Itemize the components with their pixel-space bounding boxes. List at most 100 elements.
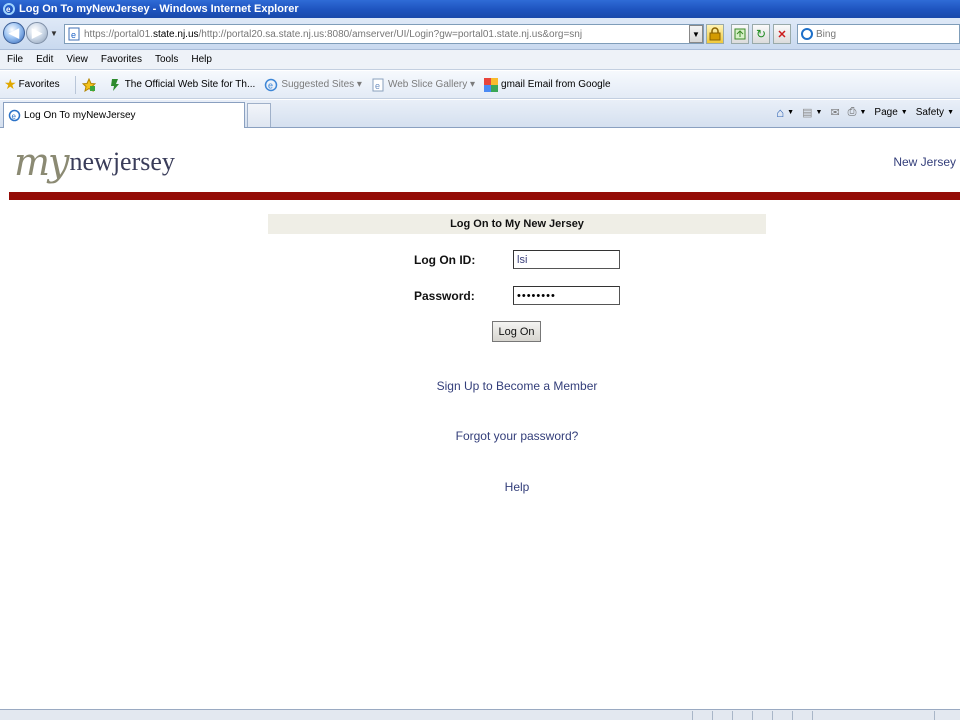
forward-button[interactable]: ▶ <box>26 22 48 44</box>
status-cell <box>772 711 790 720</box>
safety-menu-button[interactable]: Safety ▼ <box>916 107 954 118</box>
svg-text:e: e <box>71 30 76 40</box>
tab-bar: e Log On To myNewJersey ⌂ ▼ ▤ ▼ ✉ ⎙ ▼ Pa… <box>0 100 960 128</box>
google-icon <box>484 77 499 92</box>
printer-icon: ⎙ <box>847 106 857 118</box>
divider <box>74 75 76 94</box>
mail-icon: ✉ <box>830 107 840 119</box>
favorite-link-label: The Official Web Site for Th... <box>124 79 256 90</box>
chevron-down-icon: ▼ <box>859 109 867 116</box>
ie-page-icon: e <box>265 78 278 91</box>
svg-text:e: e <box>268 80 273 90</box>
address-bar[interactable]: e https://portal01. state.nj.us/http://po… <box>64 24 704 44</box>
favorites-label: Favorites <box>18 79 60 90</box>
lock-icon <box>709 27 721 41</box>
password-value: •••••••• <box>517 289 556 302</box>
refresh-icon: ↻ <box>755 27 767 41</box>
status-cell <box>692 711 710 720</box>
status-cell <box>752 711 770 720</box>
logo-my: my <box>14 140 69 184</box>
compatibility-view-button[interactable] <box>731 24 749 44</box>
zoom-control[interactable] <box>934 711 960 720</box>
mynewjersey-logo[interactable]: my newjersey <box>14 137 175 181</box>
page-content: my newjersey New Jersey Log On to My New… <box>0 129 960 709</box>
page-menu-button[interactable]: Page ▼ <box>874 107 907 118</box>
logon-id-input[interactable] <box>513 250 620 269</box>
status-cell <box>732 711 750 720</box>
search-placeholder: Bing <box>816 28 837 40</box>
print-button[interactable]: ⎙ ▼ <box>848 106 867 119</box>
tab-label: Log On To myNewJersey <box>24 110 136 121</box>
ie-page-icon: e <box>372 78 384 91</box>
chevron-down-icon: ▼ <box>947 109 954 116</box>
header-divider-bar <box>9 192 960 200</box>
window-title-bar[interactable]: e Log On To myNewJersey - Windows Intern… <box>0 0 960 18</box>
compatibility-icon <box>734 28 746 40</box>
menu-help[interactable]: Help <box>191 54 212 65</box>
search-input[interactable]: Bing <box>797 24 960 44</box>
favorite-link-label: Suggested Sites ▾ <box>281 79 362 90</box>
favorite-link-label: gmail Email from Google <box>501 79 611 90</box>
svg-text:e: e <box>375 81 380 91</box>
favorite-link-gmail[interactable]: gmail Email from Google <box>484 77 611 92</box>
favorite-link-official-site[interactable]: The Official Web Site for Th... <box>108 78 256 92</box>
chevron-down-icon: ▼ <box>900 109 908 116</box>
page-menu-label: Page <box>874 107 898 118</box>
favorites-button[interactable]: ★ Favorites <box>0 76 60 93</box>
favorites-bar: ★ Favorites The Official Web Site for Th… <box>0 71 960 99</box>
favorite-link-label: Web Slice Gallery ▾ <box>387 79 476 90</box>
new-jersey-link[interactable]: New Jersey <box>893 155 956 169</box>
chevron-down-icon: ▼ <box>787 109 795 116</box>
menu-tools[interactable]: Tools <box>155 54 178 65</box>
address-dropdown-button[interactable]: ▼ <box>689 25 703 43</box>
favorite-link-suggested-sites[interactable]: e Suggested Sites ▾ <box>264 78 362 92</box>
close-icon: ✕ <box>777 28 787 41</box>
chevron-down-icon: ▼ <box>815 109 823 116</box>
arrow-left-icon: ◀ <box>9 25 19 40</box>
safety-menu-label: Safety <box>915 107 945 118</box>
ie-icon: e <box>3 3 15 15</box>
recent-pages-dropdown[interactable]: ▼ <box>50 29 58 38</box>
url-rest: /http://portal20.sa.state.nj.us:8080/ams… <box>198 28 583 40</box>
security-lock-button[interactable] <box>706 24 724 44</box>
star-icon: ★ <box>4 76 17 92</box>
status-cell <box>712 711 730 720</box>
password-label: Password: <box>414 289 475 303</box>
rss-icon: ▤ <box>802 107 813 119</box>
address-toolbar: ◀ ▶ ▼ e https://portal01. state.nj.us/htt… <box>0 18 960 50</box>
menu-bar: File Edit View Favorites Tools Help <box>0 50 960 70</box>
command-bar: ⌂ ▼ ▤ ▼ ✉ ⎙ ▼ Page ▼ Safety ▼ <box>768 105 954 120</box>
forgot-password-link[interactable]: Forgot your password? <box>268 429 766 443</box>
menu-file[interactable]: File <box>7 54 23 65</box>
home-icon: ⌂ <box>776 105 785 120</box>
add-favorite-icon <box>81 77 96 92</box>
menu-edit[interactable]: Edit <box>36 54 53 65</box>
menu-view[interactable]: View <box>66 54 88 65</box>
zone-indicator[interactable] <box>812 711 932 720</box>
menu-favorites[interactable]: Favorites <box>101 54 142 65</box>
home-button[interactable]: ⌂ ▼ <box>776 105 794 120</box>
url-prefix: https://portal01. <box>84 28 153 40</box>
svg-text:e: e <box>6 5 11 14</box>
help-link[interactable]: Help <box>268 480 766 494</box>
refresh-button[interactable]: ↻ <box>752 24 770 44</box>
page-icon: e <box>68 27 80 41</box>
nj-site-icon <box>110 78 119 91</box>
feeds-button[interactable]: ▤ ▼ <box>802 106 822 119</box>
ie-page-icon: e <box>8 109 21 122</box>
signup-link[interactable]: Sign Up to Become a Member <box>268 379 766 393</box>
svg-text:e: e <box>12 112 17 121</box>
logon-button[interactable]: Log On <box>492 321 541 342</box>
tab-logon[interactable]: e Log On To myNewJersey <box>3 102 245 128</box>
status-cell <box>792 711 810 720</box>
new-tab-button[interactable] <box>247 103 271 127</box>
login-panel-title: Log On to My New Jersey <box>268 214 766 234</box>
add-to-favorites-button[interactable] <box>81 77 99 92</box>
url-host: state.nj.us <box>152 28 199 40</box>
logon-id-label: Log On ID: <box>414 253 476 267</box>
password-input[interactable]: •••••••• <box>513 286 620 305</box>
back-button[interactable]: ◀ <box>3 22 25 44</box>
stop-button[interactable]: ✕ <box>773 24 791 44</box>
read-mail-button[interactable]: ✉ <box>830 106 839 119</box>
favorite-link-web-slice-gallery[interactable]: e Web Slice Gallery ▾ <box>371 78 475 92</box>
